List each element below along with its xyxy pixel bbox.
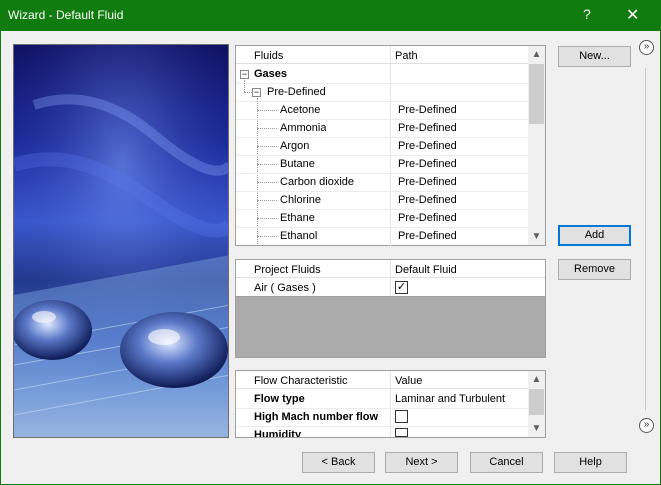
column-header-flow-characteristic[interactable]: Flow Characteristic [254,372,348,390]
flow-characteristics-grid[interactable]: Flow Characteristic Value Flow type Lami… [235,370,546,438]
title-bar: Wizard - Default Fluid ? ✕ [0,0,661,31]
humidity-checkbox[interactable] [395,428,408,437]
fluids-grid[interactable]: Fluids Path − Gases − Pre-Defined Aceton… [235,45,546,246]
tree-connector [257,146,277,147]
close-icon[interactable]: ✕ [626,5,639,25]
tree-connector [257,182,277,183]
fluid-path: Pre-Defined [398,176,457,188]
fluid-name: Ammonia [280,122,327,134]
fluid-name: Ethanol [280,230,318,242]
flow-characteristic-name: Humidity [254,429,302,437]
window-border [0,31,1,485]
help-icon[interactable]: ? [583,6,591,22]
tree-connector [257,236,277,237]
collapse-gases-icon[interactable]: − [240,70,249,79]
expand-panel-icon[interactable]: » [639,40,654,55]
fluid-name: Chlorine [280,194,321,206]
scroll-thumb[interactable] [529,389,544,415]
fluid-name: Butane [280,158,315,170]
tree-connector [244,80,245,92]
column-header-project-fluids[interactable]: Project Fluids [254,261,321,279]
flow-characteristics-header: Flow Characteristic Value [236,371,528,389]
fluid-name: Ethane [280,212,315,224]
tree-connector [257,128,277,129]
scroll-up-icon[interactable]: ▲ [528,46,545,63]
high-mach-checkbox[interactable] [395,410,408,423]
project-fluids-grid[interactable]: Project Fluids Default Fluid Air ( Gases… [235,259,546,358]
tree-connector [257,164,277,165]
column-header-fluids[interactable]: Fluids [254,47,283,65]
fluid-path: Pre-Defined [398,230,457,242]
scroll-down-icon[interactable]: ▼ [528,228,545,245]
flow-scrollbar[interactable]: ▲ ▼ [528,371,545,437]
flow-type-value[interactable]: Laminar and Turbulent [395,390,505,408]
empty-area [236,297,545,357]
column-header-path[interactable]: Path [395,47,418,65]
panel-divider [645,68,646,410]
fluid-path: Pre-Defined [398,212,457,224]
project-fluid-name: Air ( Gases ) [254,282,316,294]
collapse-predefined-icon[interactable]: − [252,88,261,97]
fluid-path: Pre-Defined [398,140,457,152]
fluid-path: Pre-Defined [398,158,457,170]
flow-characteristic-name: High Mach number flow [254,411,379,423]
tree-subgroup-predefined[interactable]: Pre-Defined [267,83,326,101]
remove-fluid-button[interactable]: Remove [558,259,631,280]
flow-characteristic-name: Flow type [254,393,305,405]
tree-connector [257,200,277,201]
fluid-path: Pre-Defined [398,122,457,134]
water-drops-illustration [14,45,228,437]
fluids-grid-header: Fluids Path [236,46,528,64]
fluid-name: Acetone [280,104,321,116]
column-divider [390,260,391,296]
fluids-scrollbar[interactable]: ▲ ▼ [528,46,545,245]
add-fluid-button[interactable]: Add [558,225,631,246]
fluid-path: Pre-Defined [398,104,457,116]
column-divider [390,371,391,437]
expand-panel-icon[interactable]: » [639,418,654,433]
wizard-image [13,44,229,438]
scroll-thumb[interactable] [529,64,544,124]
back-button[interactable]: < Back [302,452,375,473]
column-divider [390,46,391,246]
next-button[interactable]: Next > [385,452,458,473]
help-button[interactable]: Help [554,452,627,473]
tree-connector [244,92,252,93]
column-header-value[interactable]: Value [395,372,422,390]
column-header-default-fluid[interactable]: Default Fluid [395,261,457,279]
tree-connector [257,98,258,246]
tree-group-gases[interactable]: Gases [254,65,287,83]
default-fluid-checkbox[interactable]: ✓ [395,281,408,294]
cancel-button[interactable]: Cancel [470,452,543,473]
window-title: Wizard - Default Fluid [8,8,124,22]
fluid-path: Pre-Defined [398,194,457,206]
fluid-name: Argon [280,140,310,152]
tree-connector [257,110,277,111]
tree-connector [257,218,277,219]
fluid-name: Carbon dioxide [280,176,354,188]
scroll-up-icon[interactable]: ▲ [528,371,545,388]
new-fluid-button[interactable]: New... [558,46,631,67]
scroll-down-icon[interactable]: ▼ [528,420,545,437]
